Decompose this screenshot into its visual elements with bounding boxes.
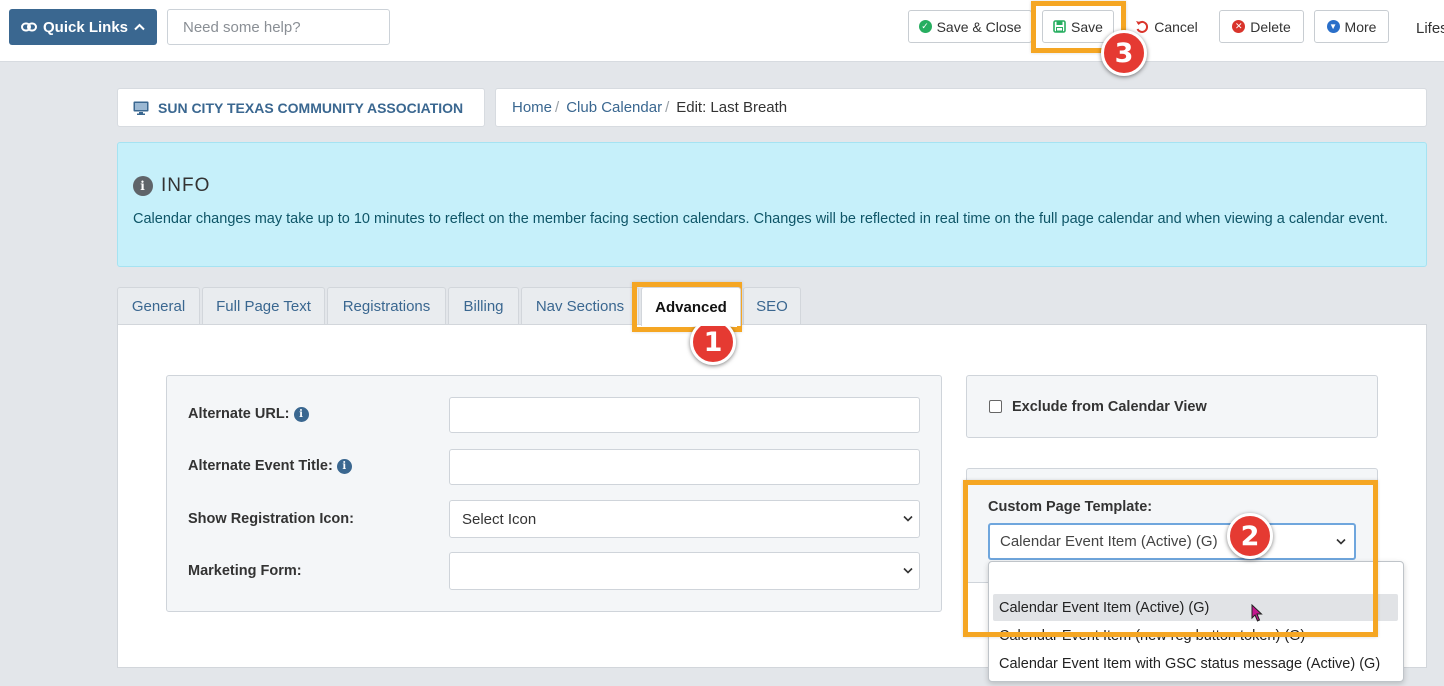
info-heading: i INFO xyxy=(133,175,210,197)
breadcrumb: Home / Club Calendar / Edit: Last Breath xyxy=(495,88,1427,127)
chevron-down-icon xyxy=(1336,536,1346,548)
custom-page-template-select[interactable]: Calendar Event Item (Active) (G) xyxy=(988,523,1356,560)
dropdown-option-empty[interactable] xyxy=(999,570,1394,588)
custom-page-template-label: Custom Page Template: xyxy=(988,499,1153,515)
tab-general[interactable]: General xyxy=(117,287,200,325)
organization-badge: SUN CITY TEXAS COMMUNITY ASSOCIATION xyxy=(117,88,485,127)
quick-links-label: Quick Links xyxy=(42,18,129,36)
check-circle-icon: ✓ xyxy=(918,20,932,33)
alternate-url-input[interactable] xyxy=(449,397,920,433)
tab-advanced[interactable]: Advanced xyxy=(641,287,741,326)
tab-full-page-text[interactable]: Full Page Text xyxy=(202,287,325,325)
chevron-down-circle-icon: ▼ xyxy=(1326,20,1340,33)
breadcrumb-separator: / xyxy=(555,99,560,116)
save-close-label: Save & Close xyxy=(936,18,1022,35)
exclude-from-calendar-box: Exclude from Calendar View xyxy=(966,375,1378,438)
breadcrumb-separator: / xyxy=(665,99,670,116)
info-alert: i INFO Calendar changes may take up to 1… xyxy=(117,142,1427,267)
tab-billing[interactable]: Billing xyxy=(448,287,519,325)
chevron-down-icon xyxy=(903,513,913,525)
exclude-from-calendar-label[interactable]: Exclude from Calendar View xyxy=(1012,399,1207,415)
delete-button[interactable]: ✕ Delete xyxy=(1219,10,1304,43)
more-label: More xyxy=(1344,18,1377,35)
info-icon: i xyxy=(133,176,153,196)
tab-nav-sections[interactable]: Nav Sections xyxy=(521,287,639,325)
breadcrumb-home[interactable]: Home xyxy=(512,99,552,116)
top-toolbar: Quick Links ✓ Save & Close Save Cancel ✕… xyxy=(0,0,1444,62)
dropdown-option-gsc-status[interactable]: Calendar Event Item with GSC status mess… xyxy=(999,656,1380,672)
chevron-down-icon xyxy=(903,565,913,577)
tab-registrations[interactable]: Registrations xyxy=(327,287,446,325)
dropdown-option-active[interactable]: Calendar Event Item (Active) (G) xyxy=(999,600,1209,616)
annotation-badge-2: 2 xyxy=(1227,513,1273,559)
more-button[interactable]: ▼ More xyxy=(1314,10,1389,43)
alternate-event-title-label-text: Alternate Event Title: xyxy=(188,458,333,474)
custom-page-template-value: Calendar Event Item (Active) (G) xyxy=(1000,533,1218,550)
custom-page-template-dropdown: Calendar Event Item (Active) (G) Calenda… xyxy=(988,561,1404,682)
delete-label: Delete xyxy=(1250,18,1291,35)
alternate-url-label: Alternate URL: i xyxy=(188,406,309,422)
dropdown-option-new-reg-button[interactable]: Calendar Event Item (new reg button toke… xyxy=(999,628,1305,644)
marketing-form-label: Marketing Form: xyxy=(188,563,302,579)
cancel-label: Cancel xyxy=(1154,18,1198,35)
info-heading-text: INFO xyxy=(161,175,211,196)
save-label: Save xyxy=(1071,18,1103,35)
show-registration-icon-label: Show Registration Icon: xyxy=(188,511,354,527)
info-message: Calendar changes may take up to 10 minut… xyxy=(133,211,1388,227)
show-registration-icon-value: Select Icon xyxy=(462,510,537,528)
alternate-url-label-text: Alternate URL: xyxy=(188,406,290,422)
truncated-nav-text[interactable]: Lifes xyxy=(1416,20,1444,37)
exclude-from-calendar-checkbox[interactable] xyxy=(989,400,1002,413)
undo-icon xyxy=(1136,20,1149,33)
help-search-input[interactable] xyxy=(167,9,390,45)
x-circle-icon: ✕ xyxy=(1232,20,1246,33)
chevron-up-icon xyxy=(134,23,145,31)
organization-name: SUN CITY TEXAS COMMUNITY ASSOCIATION xyxy=(158,99,464,116)
marketing-form-select[interactable] xyxy=(449,552,920,590)
alternate-event-title-label: Alternate Event Title: i xyxy=(188,458,352,474)
breadcrumb-club-calendar[interactable]: Club Calendar xyxy=(566,99,662,116)
link-icon xyxy=(20,22,37,32)
annotation-badge-3: 3 xyxy=(1101,30,1147,76)
save-close-button[interactable]: ✓ Save & Close xyxy=(908,10,1032,43)
info-icon[interactable]: i xyxy=(336,458,352,474)
tab-seo[interactable]: SEO xyxy=(743,287,801,325)
breadcrumb-current: Edit: Last Breath xyxy=(676,99,788,116)
info-icon[interactable]: i xyxy=(293,406,309,422)
save-button[interactable]: Save xyxy=(1042,10,1114,43)
show-registration-icon-select[interactable]: Select Icon xyxy=(449,500,920,538)
alternate-event-title-input[interactable] xyxy=(449,449,920,485)
monitor-icon xyxy=(133,101,149,115)
mouse-cursor-icon xyxy=(1251,604,1263,622)
floppy-disk-icon xyxy=(1053,20,1066,33)
quick-links-button[interactable]: Quick Links xyxy=(9,9,157,45)
